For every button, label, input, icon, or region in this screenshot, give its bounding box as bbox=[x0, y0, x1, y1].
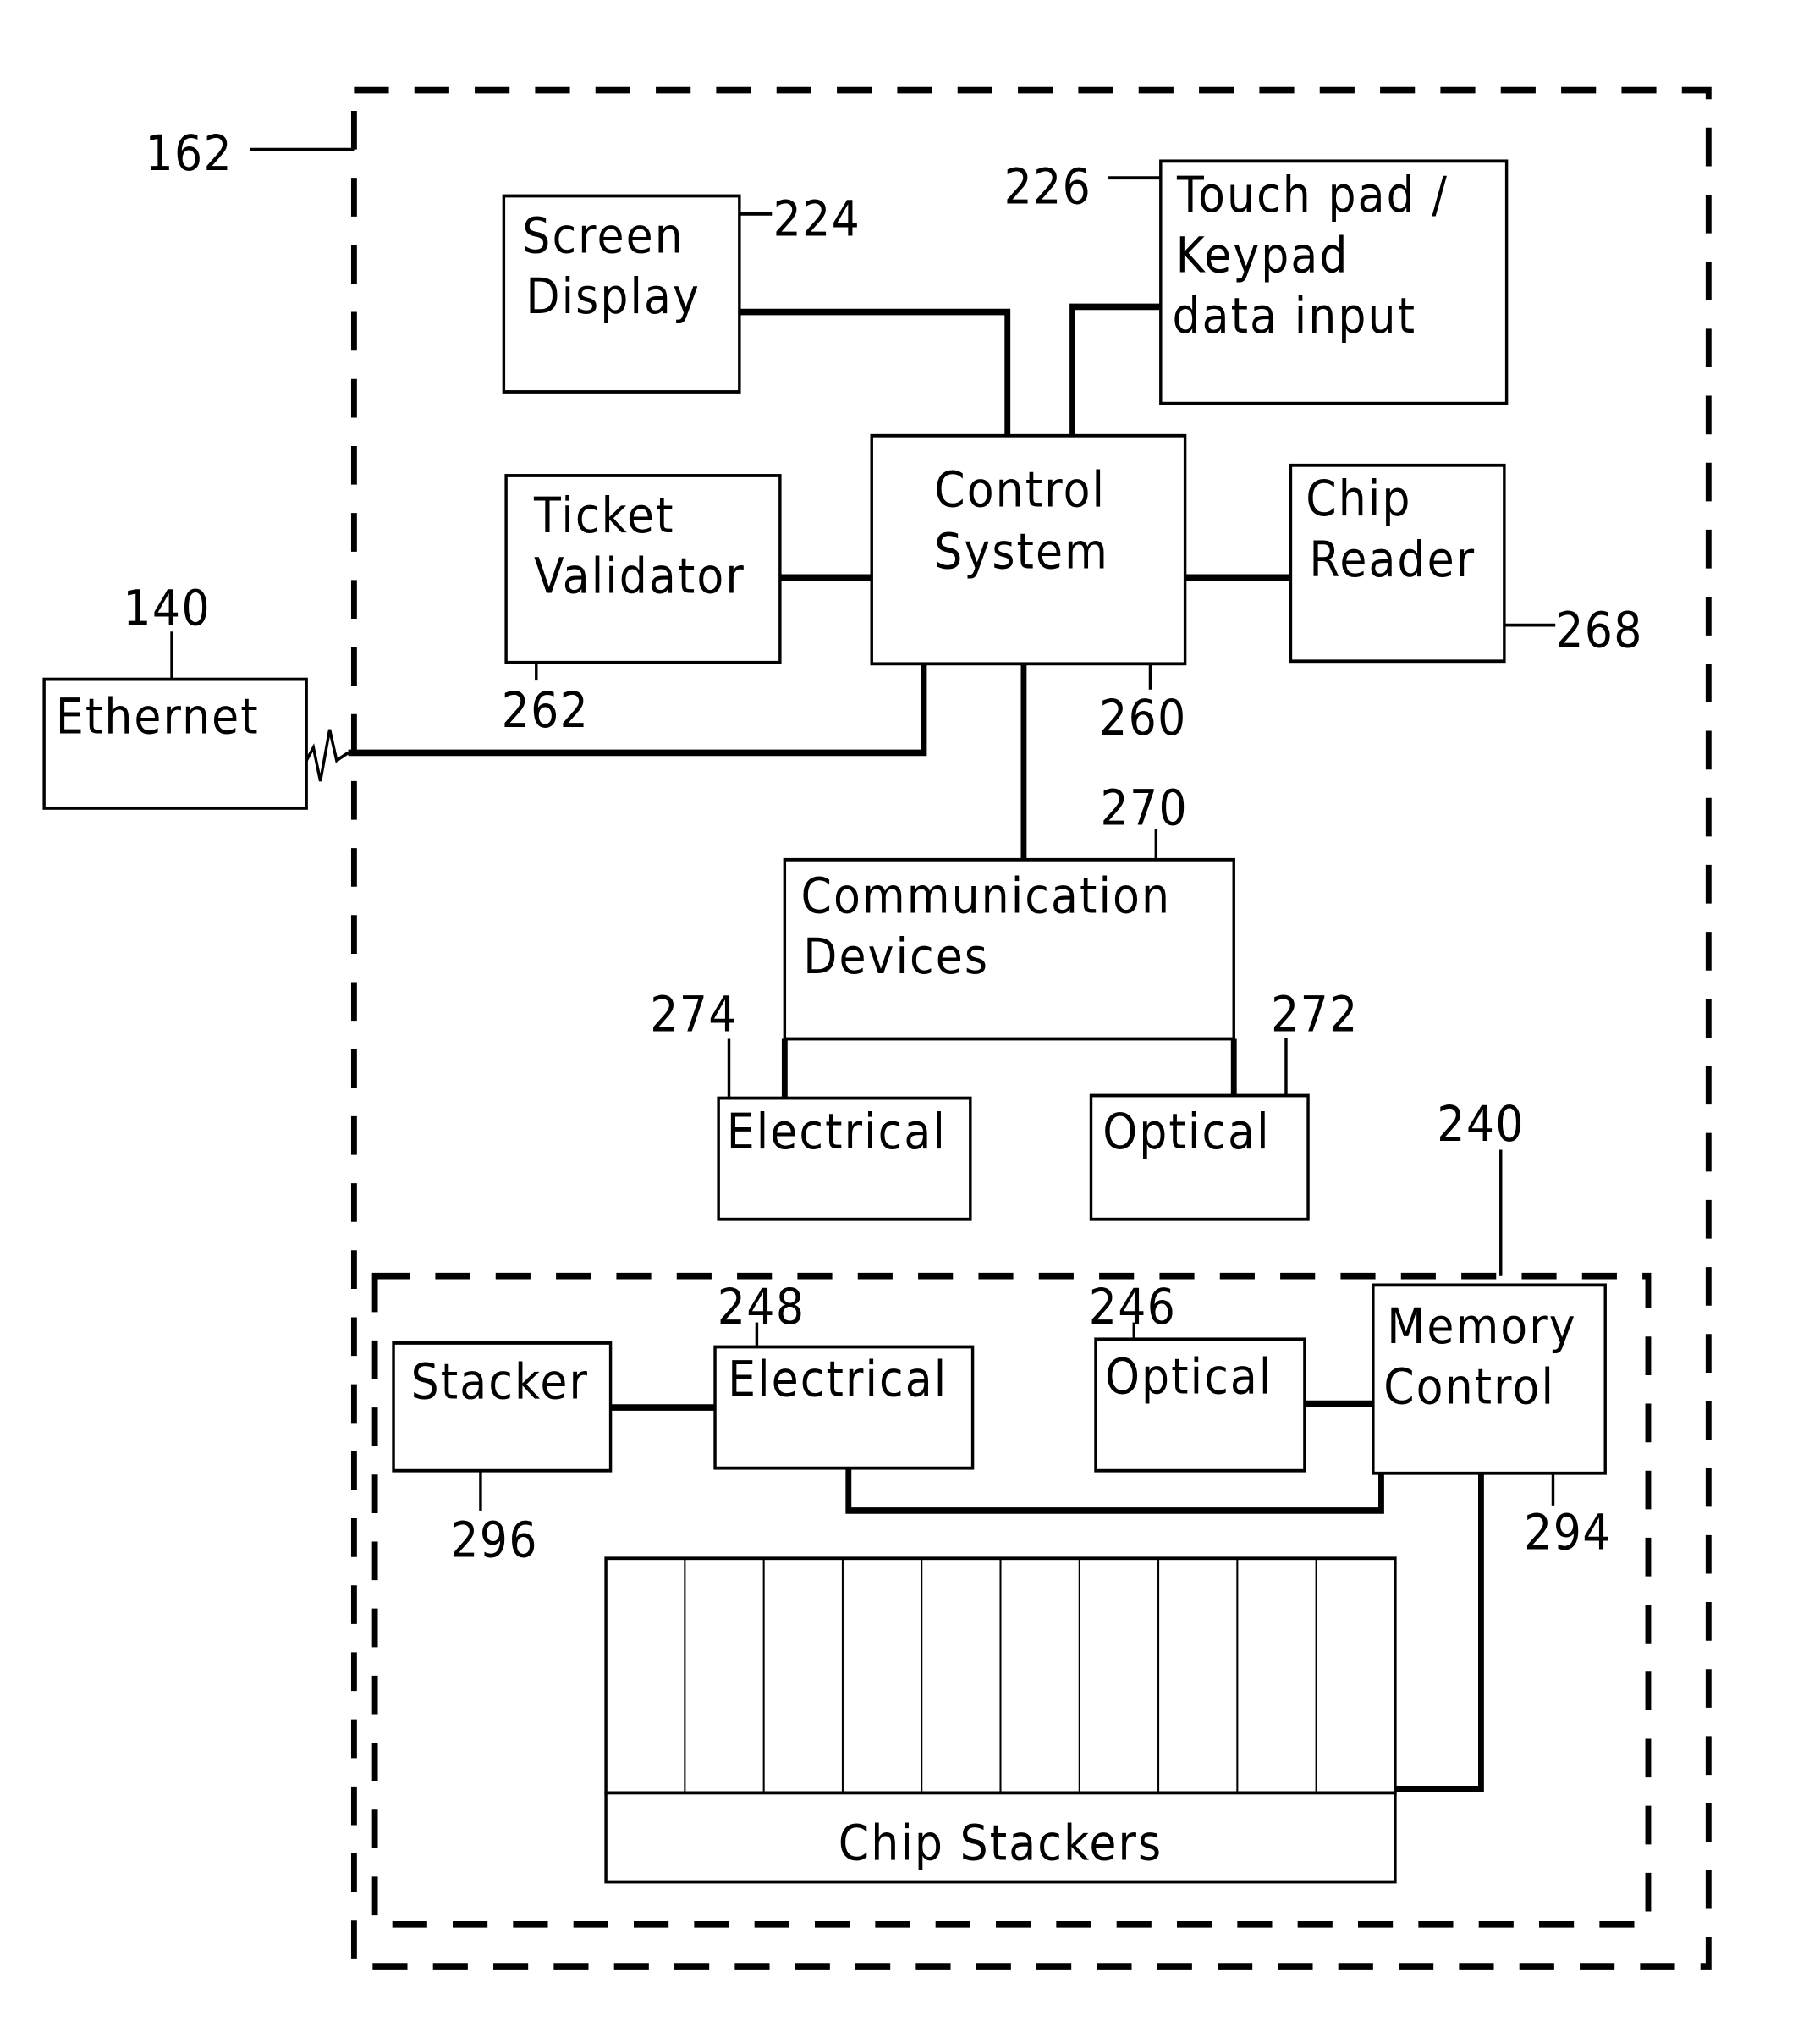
ref-272: 272 bbox=[1271, 986, 1359, 1043]
ref-224: 224 bbox=[773, 190, 861, 247]
svg-text:data input: data input bbox=[1173, 287, 1417, 344]
ref-260: 260 bbox=[1099, 689, 1187, 746]
wireless-break-icon bbox=[305, 729, 349, 782]
wire-touchpad-control bbox=[1069, 303, 1161, 436]
ref-246: 246 bbox=[1089, 1278, 1177, 1335]
block-chip-reader: Chip Reader bbox=[1289, 463, 1506, 664]
svg-text:Chip: Chip bbox=[1306, 471, 1411, 527]
block-stacker: Stacker bbox=[392, 1341, 613, 1473]
ref-270: 270 bbox=[1100, 779, 1188, 836]
wire-memory-chipstackers bbox=[1394, 1473, 1484, 1792]
svg-text:Reader: Reader bbox=[1309, 531, 1476, 587]
ref-240: 240 bbox=[1437, 1095, 1525, 1152]
block-memory-control: Memory Control bbox=[1372, 1283, 1607, 1475]
svg-text:Keypad: Keypad bbox=[1176, 227, 1350, 284]
wire-electrical-memory bbox=[845, 1468, 1384, 1514]
chip-stackers-label: Chip Stackers bbox=[839, 1814, 1163, 1871]
block-inner-optical: Optical bbox=[1094, 1337, 1306, 1473]
block-comm-electrical: Electrical bbox=[717, 1096, 972, 1221]
ref-268: 268 bbox=[1555, 602, 1643, 658]
block-chip-stackers: Chip Stackers bbox=[604, 1556, 1397, 1884]
svg-text:Display: Display bbox=[525, 267, 701, 324]
svg-text:System: System bbox=[934, 523, 1109, 580]
svg-text:Memory: Memory bbox=[1387, 1297, 1576, 1354]
block-control-system: Control System bbox=[870, 433, 1187, 666]
block-communication-devices: Communication Devices bbox=[783, 857, 1235, 1041]
svg-text:Electrical: Electrical bbox=[728, 1351, 948, 1407]
block-comm-optical: Optical bbox=[1089, 1093, 1310, 1221]
svg-text:Communication: Communication bbox=[801, 867, 1172, 924]
ref-274: 274 bbox=[650, 986, 738, 1043]
ref-294: 294 bbox=[1524, 1504, 1612, 1561]
svg-text:Screen: Screen bbox=[522, 207, 685, 264]
block-diagram: 162 240 Screen Display 224 Touch pad / K… bbox=[42, 86, 1712, 1970]
block-ticket-validator: Ticket Validator bbox=[504, 474, 782, 664]
svg-text:Devices: Devices bbox=[803, 928, 989, 984]
ref-248: 248 bbox=[718, 1278, 806, 1335]
svg-text:Touch pad /: Touch pad / bbox=[1176, 166, 1449, 223]
svg-text:Ethernet: Ethernet bbox=[56, 688, 260, 745]
block-screen-display: Screen Display bbox=[502, 194, 741, 394]
svg-text:Ticket: Ticket bbox=[533, 487, 674, 543]
ref-226: 226 bbox=[1004, 158, 1092, 215]
ref-262: 262 bbox=[502, 681, 590, 738]
block-inner-electrical: Electrical bbox=[713, 1345, 975, 1470]
svg-text:Control: Control bbox=[934, 461, 1106, 518]
svg-text:Optical: Optical bbox=[1105, 1348, 1273, 1405]
ref-162: 162 bbox=[145, 124, 233, 181]
block-touch-pad: Touch pad / Keypad data input bbox=[1159, 159, 1509, 405]
svg-text:Validator: Validator bbox=[534, 548, 745, 604]
wire-control-ethernet bbox=[348, 664, 927, 757]
svg-text:Electrical: Electrical bbox=[727, 1103, 947, 1159]
ref-140: 140 bbox=[123, 580, 211, 636]
svg-text:Optical: Optical bbox=[1102, 1103, 1270, 1159]
wire-screen-control bbox=[739, 308, 1011, 436]
svg-text:Stacker: Stacker bbox=[411, 1353, 589, 1410]
block-ethernet: Ethernet bbox=[42, 677, 308, 810]
ref-296: 296 bbox=[450, 1512, 538, 1568]
svg-text:Control: Control bbox=[1383, 1358, 1555, 1415]
